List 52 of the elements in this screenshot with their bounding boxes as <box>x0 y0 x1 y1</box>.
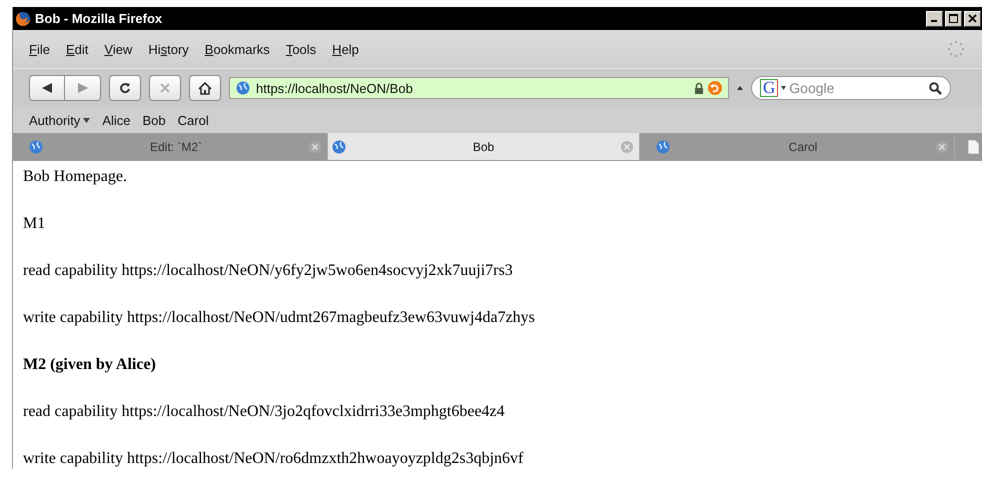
search-icon[interactable] <box>929 82 942 94</box>
paragraph: read capability https://localhost/NeON/3jo2qfovclxidrri33e3mphgt6bee4z4 <box>23 402 505 422</box>
home-button[interactable] <box>189 75 221 101</box>
paragraph: write capability https://localhost/NeON/ro6dmzxth2hwoayoyzpldg2s3qbjn6vf <box>23 449 524 469</box>
address-bar[interactable]: https://localhost/NeON/Bob <box>229 77 729 99</box>
caret-icon[interactable] <box>781 86 786 90</box>
tab[interactable]: Carol <box>640 133 955 160</box>
bookmark-link[interactable]: Alice <box>102 112 130 128</box>
globe-icon <box>29 140 43 154</box>
house-icon <box>198 82 212 94</box>
globe-icon <box>236 81 250 95</box>
globe-icon <box>332 140 346 154</box>
close-button[interactable] <box>964 10 981 26</box>
stop-icon <box>159 82 171 94</box>
bookmark-link[interactable]: Carol <box>178 112 209 128</box>
back-button[interactable] <box>29 75 65 101</box>
throbber-icon <box>947 40 965 58</box>
menu-item[interactable]: History <box>148 42 189 56</box>
globe-icon <box>656 140 670 154</box>
firefox-logo-icon <box>15 10 31 26</box>
back-arrow-icon <box>41 83 53 93</box>
caret-icon[interactable] <box>737 86 743 90</box>
minimize-button[interactable] <box>926 10 943 26</box>
search-bar[interactable]: G Google <box>751 76 951 100</box>
menu-item[interactable]: Edit <box>66 42 88 56</box>
menu-item[interactable]: File <box>29 42 50 56</box>
tab[interactable]: Edit: `M2` <box>13 133 328 160</box>
stop-button[interactable] <box>149 75 181 101</box>
paragraph: write capability https://localhost/NeON/udmt267magbeufz3ew63vuwj4da7zhys <box>23 308 535 328</box>
section-heading: M2 (given by Alice) <box>23 355 156 375</box>
reload-button[interactable] <box>109 75 141 101</box>
window-title: Bob - Mozilla Firefox <box>35 11 162 26</box>
maximize-icon <box>949 14 958 23</box>
menu-item[interactable]: View <box>104 42 132 56</box>
paragraph: read capability https://localhost/NeON/y6fy2jw5wo6en4socvyj2xk7uuji7rs3 <box>23 261 513 281</box>
tab[interactable]: Bob <box>328 133 640 160</box>
bookmark-folder[interactable]: Authority <box>29 112 90 128</box>
menu-item[interactable]: Tools <box>286 42 316 56</box>
menu-item[interactable]: Bookmarks <box>204 42 270 56</box>
search-engine-logo[interactable]: G <box>760 79 778 97</box>
paragraph: M1 <box>23 214 46 234</box>
close-icon <box>968 14 977 23</box>
paragraph: Bob Homepage. <box>23 167 127 187</box>
search-field[interactable]: Google <box>789 80 926 96</box>
menu-item[interactable]: Help <box>332 42 359 56</box>
caret-icon <box>83 118 90 122</box>
reload-icon <box>119 82 131 94</box>
bookmark-link[interactable]: Bob <box>142 112 166 128</box>
maximize-button[interactable] <box>945 10 962 26</box>
lock-icon <box>694 82 704 94</box>
forward-arrow-icon <box>76 83 88 93</box>
new-tab-icon[interactable] <box>968 140 979 154</box>
